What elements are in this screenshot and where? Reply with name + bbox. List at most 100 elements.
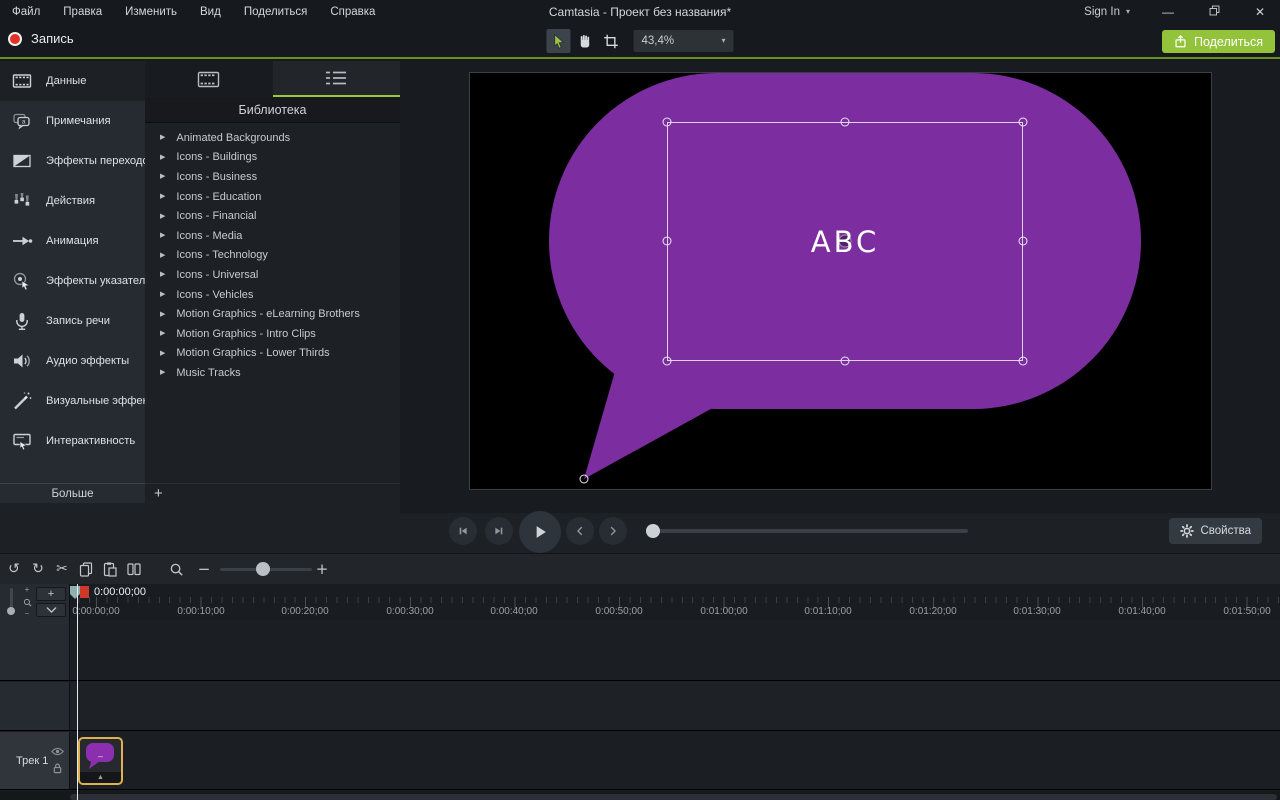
sidebar-item-annotations[interactable]: a Примечания (0, 101, 145, 141)
previous-clip-button[interactable] (566, 517, 594, 545)
library-folder[interactable]: ▶Icons - Financial (145, 206, 400, 226)
select-tool-button[interactable] (547, 29, 571, 53)
library-folder[interactable]: ▶Icons - Technology (145, 246, 400, 266)
seek-handle[interactable] (646, 524, 660, 538)
triangle-up-icon[interactable]: ▲ (97, 774, 104, 781)
pan-tool-button[interactable] (573, 29, 597, 53)
ruler-label: 0:01:30;00 (1013, 606, 1060, 617)
sidebar-item-animations[interactable]: Анимация (0, 221, 145, 261)
track-row-1: Трек 1 (0, 732, 1280, 790)
share-button[interactable]: Поделиться (1162, 30, 1275, 53)
sign-in-menu[interactable]: Sign In ▾ (1084, 6, 1130, 18)
resize-handle-s[interactable] (841, 357, 850, 366)
crop-icon (602, 33, 619, 50)
tail-handle[interactable] (580, 475, 589, 484)
crop-tool-button[interactable] (599, 29, 623, 53)
resize-handle-w[interactable] (663, 237, 672, 246)
sidebar-item-interactivity[interactable]: Интерактивность (0, 421, 145, 461)
paste-button[interactable] (98, 557, 122, 581)
copy-button[interactable] (74, 557, 98, 581)
menu-file[interactable]: Файл (12, 6, 40, 18)
resize-handle-e[interactable] (1019, 237, 1028, 246)
library-folder[interactable]: ▶Motion Graphics - Intro Clips (145, 324, 400, 344)
record-label: Запись (31, 31, 74, 46)
next-frame-button[interactable] (485, 517, 513, 545)
close-button[interactable]: ✕ (1252, 5, 1268, 19)
sidebar-item-voice-narration[interactable]: Запись речи (0, 301, 145, 341)
cursor-arrow-icon (550, 33, 567, 50)
library-folder[interactable]: ▶Icons - Buildings (145, 148, 400, 168)
sidebar-bottom-row: Больше + (0, 483, 400, 503)
more-button[interactable]: Больше (0, 483, 145, 503)
tab-media[interactable] (145, 61, 273, 97)
resize-handle-se[interactable] (1019, 357, 1028, 366)
sidebar-item-media[interactable]: Данные (0, 61, 145, 101)
menu-help[interactable]: Справка (330, 6, 375, 18)
zoom-dropdown[interactable]: 43,4% ▾ (634, 30, 734, 52)
track-visibility-toggle[interactable] (51, 743, 64, 761)
caret-down-icon: ▾ (1126, 8, 1130, 16)
selection-rectangle[interactable] (667, 122, 1023, 361)
timeline-zoom-button[interactable] (164, 557, 188, 581)
previous-frame-button[interactable] (449, 517, 477, 545)
timeline-zoom-out-button[interactable]: − (192, 557, 216, 581)
undo-button[interactable]: ↺ (2, 557, 26, 581)
library-folder[interactable]: ▶Music Tracks (145, 363, 400, 383)
minimize-button[interactable]: — (1160, 5, 1176, 19)
timeline-zoom-in-button[interactable]: + (310, 557, 334, 581)
sidebar-item-cursor-effects[interactable]: Эффекты указателя (0, 261, 145, 301)
menu-edit[interactable]: Правка (63, 6, 102, 18)
play-button[interactable] (519, 511, 561, 553)
vertical-zoom-widget[interactable]: + − (21, 586, 33, 618)
library-folder[interactable]: ▶Animated Backgrounds (145, 128, 400, 148)
timeline-ruler[interactable]: 0:00:00;00 0:00:10;00 0:00:20;00 0:00:30… (0, 584, 1280, 620)
sidebar-item-behaviors[interactable]: Действия (0, 181, 145, 221)
cut-button[interactable]: ✂ (50, 557, 74, 581)
sidebar-item-transitions[interactable]: Эффекты переходов (0, 141, 145, 181)
menu-view[interactable]: Вид (200, 6, 221, 18)
playhead-out-marker[interactable] (80, 586, 89, 598)
ruler-label: 0:00:30;00 (386, 606, 433, 617)
share-icon (1174, 34, 1187, 49)
resize-handle-nw[interactable] (663, 118, 672, 127)
library-folder[interactable]: ▶Icons - Media (145, 226, 400, 246)
menu-modify[interactable]: Изменить (125, 6, 177, 18)
restore-button[interactable] (1206, 4, 1222, 20)
timeline-bottom-strip (0, 791, 1280, 800)
add-button[interactable]: + (154, 486, 163, 501)
seek-bar[interactable] (650, 529, 968, 533)
sidebar-item-audio-effects[interactable]: Аудио эффекты (0, 341, 145, 381)
collapse-tracks-button[interactable] (36, 603, 66, 617)
redo-button[interactable]: ↻ (26, 557, 50, 581)
playhead-line[interactable] (77, 584, 78, 800)
resize-handle-sw[interactable] (663, 357, 672, 366)
library-folder[interactable]: ▶Icons - Education (145, 187, 400, 207)
horizontal-scrollbar[interactable] (70, 794, 1277, 800)
split-button[interactable] (122, 557, 146, 581)
record-button[interactable]: Запись (8, 31, 74, 46)
magic-wand-icon (10, 390, 34, 412)
library-folder[interactable]: ▶Motion Graphics - eLearning Brothers (145, 304, 400, 324)
properties-button[interactable]: Свойства (1169, 518, 1263, 544)
ruler-label: 0:01:10;00 (804, 606, 851, 617)
chevron-right-icon (606, 524, 620, 538)
track-lock-toggle[interactable] (52, 762, 63, 780)
library-folder[interactable]: ▶Icons - Universal (145, 265, 400, 285)
canvas-area: ABC (400, 61, 1280, 513)
callout-clip[interactable]: – ▲ (78, 737, 123, 785)
menu-share[interactable]: Поделиться (244, 6, 308, 18)
ruler-major-ticks (70, 597, 1280, 608)
tab-library[interactable] (273, 61, 401, 97)
sidebar-item-visual-effects[interactable]: Визуальные эффекты (0, 381, 145, 421)
timeline-zoom-handle[interactable] (256, 562, 270, 576)
next-clip-button[interactable] (599, 517, 627, 545)
track-height-handle[interactable] (7, 607, 15, 615)
library-folder[interactable]: ▶Icons - Business (145, 167, 400, 187)
stage[interactable]: ABC (469, 72, 1212, 490)
add-track-button[interactable]: + (36, 587, 66, 601)
media-icon (10, 70, 34, 92)
library-folder[interactable]: ▶Icons - Vehicles (145, 285, 400, 305)
library-folder[interactable]: ▶Motion Graphics - Lower Thirds (145, 344, 400, 364)
resize-handle-n[interactable] (841, 118, 850, 127)
resize-handle-ne[interactable] (1019, 118, 1028, 127)
